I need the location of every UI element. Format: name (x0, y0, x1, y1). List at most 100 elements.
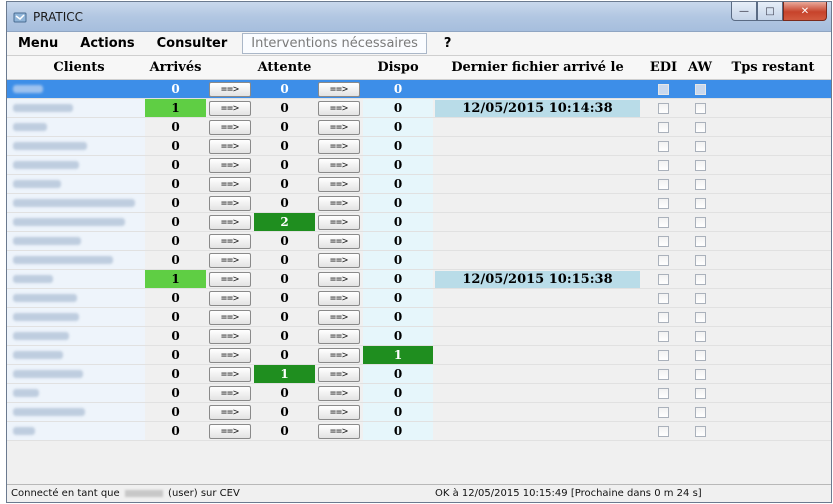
aw-checkbox[interactable] (694, 330, 706, 342)
maximize-button[interactable]: □ (757, 2, 783, 21)
header-attente[interactable]: Attente (254, 56, 315, 79)
aw-checkbox[interactable] (694, 368, 706, 380)
move-to-attente-button[interactable]: ==> (209, 404, 251, 420)
table-row[interactable]: 0 ==> 0 ==> 0 (7, 403, 831, 422)
move-to-attente-button[interactable]: ==> (209, 252, 251, 268)
header-arrives[interactable]: Arrivés (145, 56, 206, 79)
edi-checkbox[interactable] (658, 425, 669, 437)
move-to-attente-button[interactable]: ==> (209, 271, 251, 287)
move-to-dispo-button[interactable]: ==> (318, 252, 360, 268)
move-to-attente-button[interactable]: ==> (209, 290, 251, 306)
aw-checkbox[interactable] (694, 254, 706, 266)
edi-checkbox[interactable] (658, 102, 669, 114)
client-name-redacted[interactable] (7, 422, 145, 440)
edi-checkbox[interactable] (658, 235, 669, 247)
client-name-redacted[interactable] (7, 365, 145, 383)
table-row[interactable]: 0 ==> 0 ==> 1 (7, 346, 831, 365)
edi-checkbox[interactable] (658, 406, 669, 418)
move-to-attente-button[interactable]: ==> (209, 233, 251, 249)
move-to-attente-button[interactable]: ==> (209, 138, 251, 154)
move-to-attente-button[interactable]: ==> (209, 157, 251, 173)
move-to-attente-button[interactable]: ==> (209, 100, 251, 116)
table-row[interactable]: 0 ==> 0 ==> 0 (7, 422, 831, 441)
edi-checkbox[interactable] (658, 311, 669, 323)
table-row[interactable]: 0 ==> 0 ==> 0 (7, 308, 831, 327)
move-to-dispo-button[interactable]: ==> (318, 195, 360, 211)
header-dernier[interactable]: Dernier fichier arrivé le (433, 56, 642, 79)
move-to-attente-button[interactable]: ==> (209, 81, 251, 97)
table-row[interactable]: 0 ==> 1 ==> 0 (7, 365, 831, 384)
edi-checkbox[interactable] (658, 216, 669, 228)
edi-checkbox[interactable] (658, 387, 669, 399)
client-name-redacted[interactable] (7, 213, 145, 231)
table-row[interactable]: 1 ==> 0 ==> 0 12/05/2015 10:14:38 (7, 99, 831, 118)
move-to-dispo-button[interactable]: ==> (318, 119, 360, 135)
edi-checkbox[interactable] (658, 273, 669, 285)
edi-checkbox[interactable] (658, 349, 669, 361)
edi-checkbox[interactable] (658, 254, 669, 266)
table-row[interactable]: 0 ==> 0 ==> 0 (7, 175, 831, 194)
move-to-dispo-button[interactable]: ==> (318, 233, 360, 249)
move-to-dispo-button[interactable]: ==> (318, 290, 360, 306)
move-to-attente-button[interactable]: ==> (209, 423, 251, 439)
menu-interventions[interactable]: Interventions nécessaires (242, 33, 427, 54)
move-to-dispo-button[interactable]: ==> (318, 157, 360, 173)
move-to-attente-button[interactable]: ==> (209, 328, 251, 344)
table-row[interactable]: 0 ==> 0 ==> 0 (7, 327, 831, 346)
menu-help[interactable]: ? (433, 33, 463, 55)
aw-checkbox[interactable] (694, 102, 706, 114)
aw-checkbox[interactable] (694, 406, 706, 418)
move-to-dispo-button[interactable]: ==> (318, 100, 360, 116)
move-to-dispo-button[interactable]: ==> (318, 214, 360, 230)
client-name-redacted[interactable] (7, 289, 145, 307)
client-name-redacted[interactable] (7, 384, 145, 402)
aw-checkbox[interactable] (694, 273, 706, 285)
table-row[interactable]: 0 ==> 0 ==> 0 (7, 289, 831, 308)
menu-consulter[interactable]: Consulter (146, 33, 239, 55)
client-name-redacted[interactable] (7, 137, 145, 155)
move-to-dispo-button[interactable]: ==> (318, 423, 360, 439)
client-name-redacted[interactable] (7, 99, 145, 117)
table-row[interactable]: 0 ==> 0 ==> 0 (7, 251, 831, 270)
edi-checkbox[interactable] (658, 83, 669, 95)
header-dispo[interactable]: Dispo (363, 56, 433, 79)
aw-checkbox[interactable] (694, 121, 706, 133)
move-to-dispo-button[interactable]: ==> (318, 271, 360, 287)
move-to-attente-button[interactable]: ==> (209, 119, 251, 135)
edi-checkbox[interactable] (658, 178, 669, 190)
aw-checkbox[interactable] (694, 425, 706, 437)
move-to-attente-button[interactable]: ==> (209, 195, 251, 211)
aw-checkbox[interactable] (694, 83, 706, 95)
aw-checkbox[interactable] (694, 159, 706, 171)
client-name-redacted[interactable] (7, 346, 145, 364)
move-to-dispo-button[interactable]: ==> (318, 81, 360, 97)
move-to-dispo-button[interactable]: ==> (318, 385, 360, 401)
move-to-attente-button[interactable]: ==> (209, 214, 251, 230)
move-to-attente-button[interactable]: ==> (209, 309, 251, 325)
table-row[interactable]: 0 ==> 2 ==> 0 (7, 213, 831, 232)
edi-checkbox[interactable] (658, 140, 669, 152)
aw-checkbox[interactable] (694, 349, 706, 361)
client-name-redacted[interactable] (7, 175, 145, 193)
header-aw[interactable]: AW (685, 56, 715, 79)
client-name-redacted[interactable] (7, 270, 145, 288)
table-row[interactable]: 0 ==> 0 ==> 0 (7, 118, 831, 137)
aw-checkbox[interactable] (694, 292, 706, 304)
move-to-attente-button[interactable]: ==> (209, 347, 251, 363)
edi-checkbox[interactable] (658, 330, 669, 342)
header-tps-restant[interactable]: Tps restant (715, 56, 831, 79)
close-button[interactable]: ✕ (783, 2, 827, 21)
aw-checkbox[interactable] (694, 216, 706, 228)
table-row[interactable]: 0 ==> 0 ==> 0 (7, 232, 831, 251)
table-row[interactable]: 0 ==> 0 ==> 0 (7, 156, 831, 175)
edi-checkbox[interactable] (658, 197, 669, 209)
header-clients[interactable]: Clients (7, 56, 145, 79)
client-name-redacted[interactable] (7, 194, 145, 212)
client-name-redacted[interactable] (7, 403, 145, 421)
aw-checkbox[interactable] (694, 311, 706, 323)
client-name-redacted[interactable] (7, 118, 145, 136)
client-name-redacted[interactable] (7, 232, 145, 250)
move-to-dispo-button[interactable]: ==> (318, 138, 360, 154)
header-edi[interactable]: EDI (642, 56, 685, 79)
table-row[interactable]: 0 ==> 0 ==> 0 (7, 80, 831, 99)
